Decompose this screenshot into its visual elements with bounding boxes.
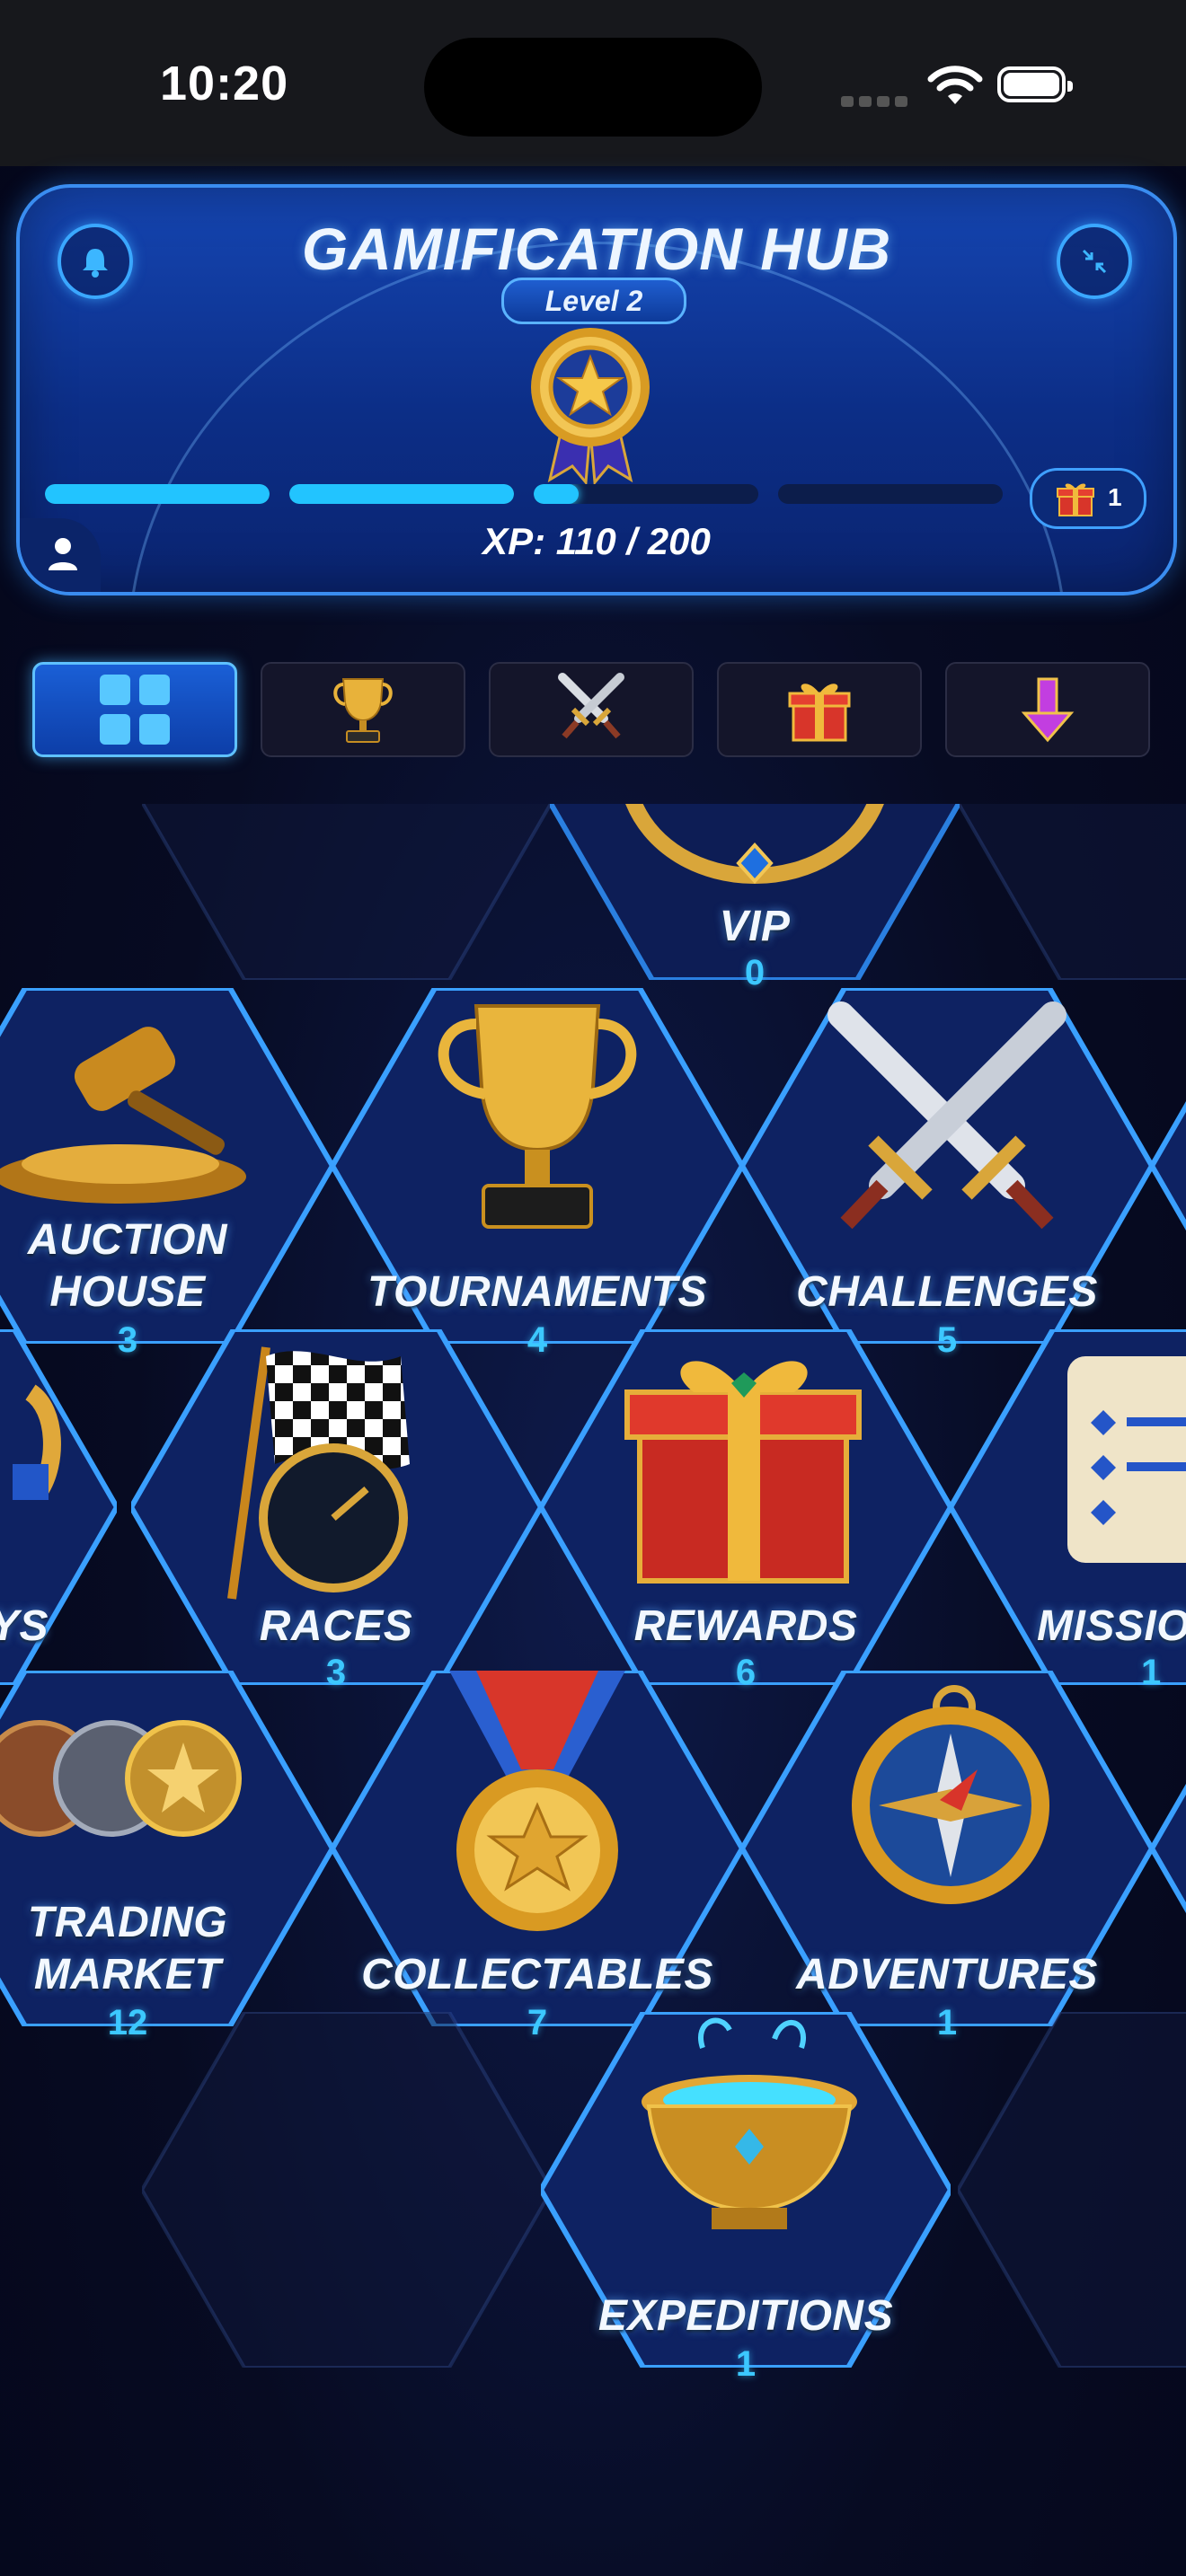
tile-ys-label: YS xyxy=(0,1602,49,1650)
down-arrow-icon xyxy=(1021,677,1075,743)
trophy-icon xyxy=(333,678,393,743)
feature-grid: VIP 0 AUCTION HOUSE 3 TOURNAMENTS 4 CHAL… xyxy=(0,804,1186,2576)
tab-tournaments[interactable] xyxy=(261,662,465,757)
tile-races-label: RACES xyxy=(259,1602,413,1650)
tile-expeditions-count: 1 xyxy=(735,2344,757,2384)
gift-icon xyxy=(1057,483,1094,516)
hub-title: GAMIFICATION HUB xyxy=(301,216,892,282)
empty-hex xyxy=(142,804,552,980)
crossed-swords-icon xyxy=(558,673,624,739)
xp-segment xyxy=(289,484,514,504)
status-icons xyxy=(841,63,1084,108)
tile-tournaments[interactable]: TOURNAMENTS 4 xyxy=(332,988,742,1360)
tile-missions-label: MISSIO xyxy=(1037,1602,1186,1650)
tile-trading-market[interactable]: TRADING MARKET 12 xyxy=(0,1671,332,2042)
tile-auction-house[interactable]: AUCTION HOUSE 3 xyxy=(0,988,332,1360)
tile-expeditions-label: EXPEDITIONS xyxy=(597,2292,894,2340)
battery-icon xyxy=(997,66,1073,102)
tile-rewards-label: REWARDS xyxy=(633,1602,858,1650)
tab-rewards[interactable] xyxy=(717,662,922,757)
tile-missions[interactable]: MISSIO 1 xyxy=(951,1329,1186,1692)
tile-challenges[interactable]: CHALLENGES 5 xyxy=(742,988,1152,1360)
tile-auction-house-label: AUCTION HOUSE xyxy=(27,1216,228,1316)
gift-icon xyxy=(788,684,851,742)
wifi-icon xyxy=(927,66,983,104)
xp-text: XP: 110 / 200 xyxy=(482,520,711,562)
xp-segment xyxy=(778,484,1003,504)
tile-vip[interactable]: VIP 0 xyxy=(550,804,960,992)
empty-hex xyxy=(958,2012,1186,2368)
empty-hex xyxy=(958,804,1186,980)
dynamic-island xyxy=(424,38,762,137)
grid-icon xyxy=(100,675,170,745)
tab-grid[interactable] xyxy=(32,662,237,757)
tile-races[interactable]: RACES 3 xyxy=(131,1329,541,1692)
tile-rewards[interactable]: REWARDS 6 xyxy=(541,1329,951,1692)
collapse-icon xyxy=(1082,249,1107,274)
tile-collectables-label: COLLECTABLES xyxy=(361,1951,713,1998)
tile-trading-market-label: TRADING MARKET xyxy=(27,1899,228,1998)
gamification-hub-card: GAMIFICATION HUB Level 2 1 XP: 110 / 200 xyxy=(16,184,1177,595)
xp-segment xyxy=(534,484,758,504)
tile-tournaments-label: TOURNAMENTS xyxy=(367,1268,707,1316)
medal-icon xyxy=(531,328,650,484)
empty-hex xyxy=(142,2012,552,2368)
tile-expeditions[interactable]: EXPEDITIONS 1 xyxy=(541,2012,951,2384)
tile-edge xyxy=(1152,988,1186,1344)
tab-download[interactable] xyxy=(945,662,1150,757)
status-bar: 10:20 xyxy=(0,0,1186,166)
tile-challenges-label: CHALLENGES xyxy=(796,1268,1098,1316)
collapse-button[interactable] xyxy=(1057,224,1132,299)
status-time: 10:20 xyxy=(160,57,289,110)
gift-count: 1 xyxy=(1108,483,1122,511)
tile-edge xyxy=(1152,1671,1186,2026)
tile-vip-label: VIP xyxy=(719,903,791,950)
tile-adventures[interactable]: ADVENTURES 1 xyxy=(742,1671,1152,2042)
tab-challenges[interactable] xyxy=(489,662,694,757)
tile-adventures-label: ADVENTURES xyxy=(796,1951,1098,1998)
tile-ys[interactable]: YS xyxy=(0,1329,117,1685)
tile-collectables[interactable]: COLLECTABLES 7 xyxy=(332,1671,742,2042)
level-badge: Level 2 xyxy=(501,278,686,324)
cellular-signal-icon xyxy=(841,95,913,111)
xp-segment xyxy=(45,484,270,504)
